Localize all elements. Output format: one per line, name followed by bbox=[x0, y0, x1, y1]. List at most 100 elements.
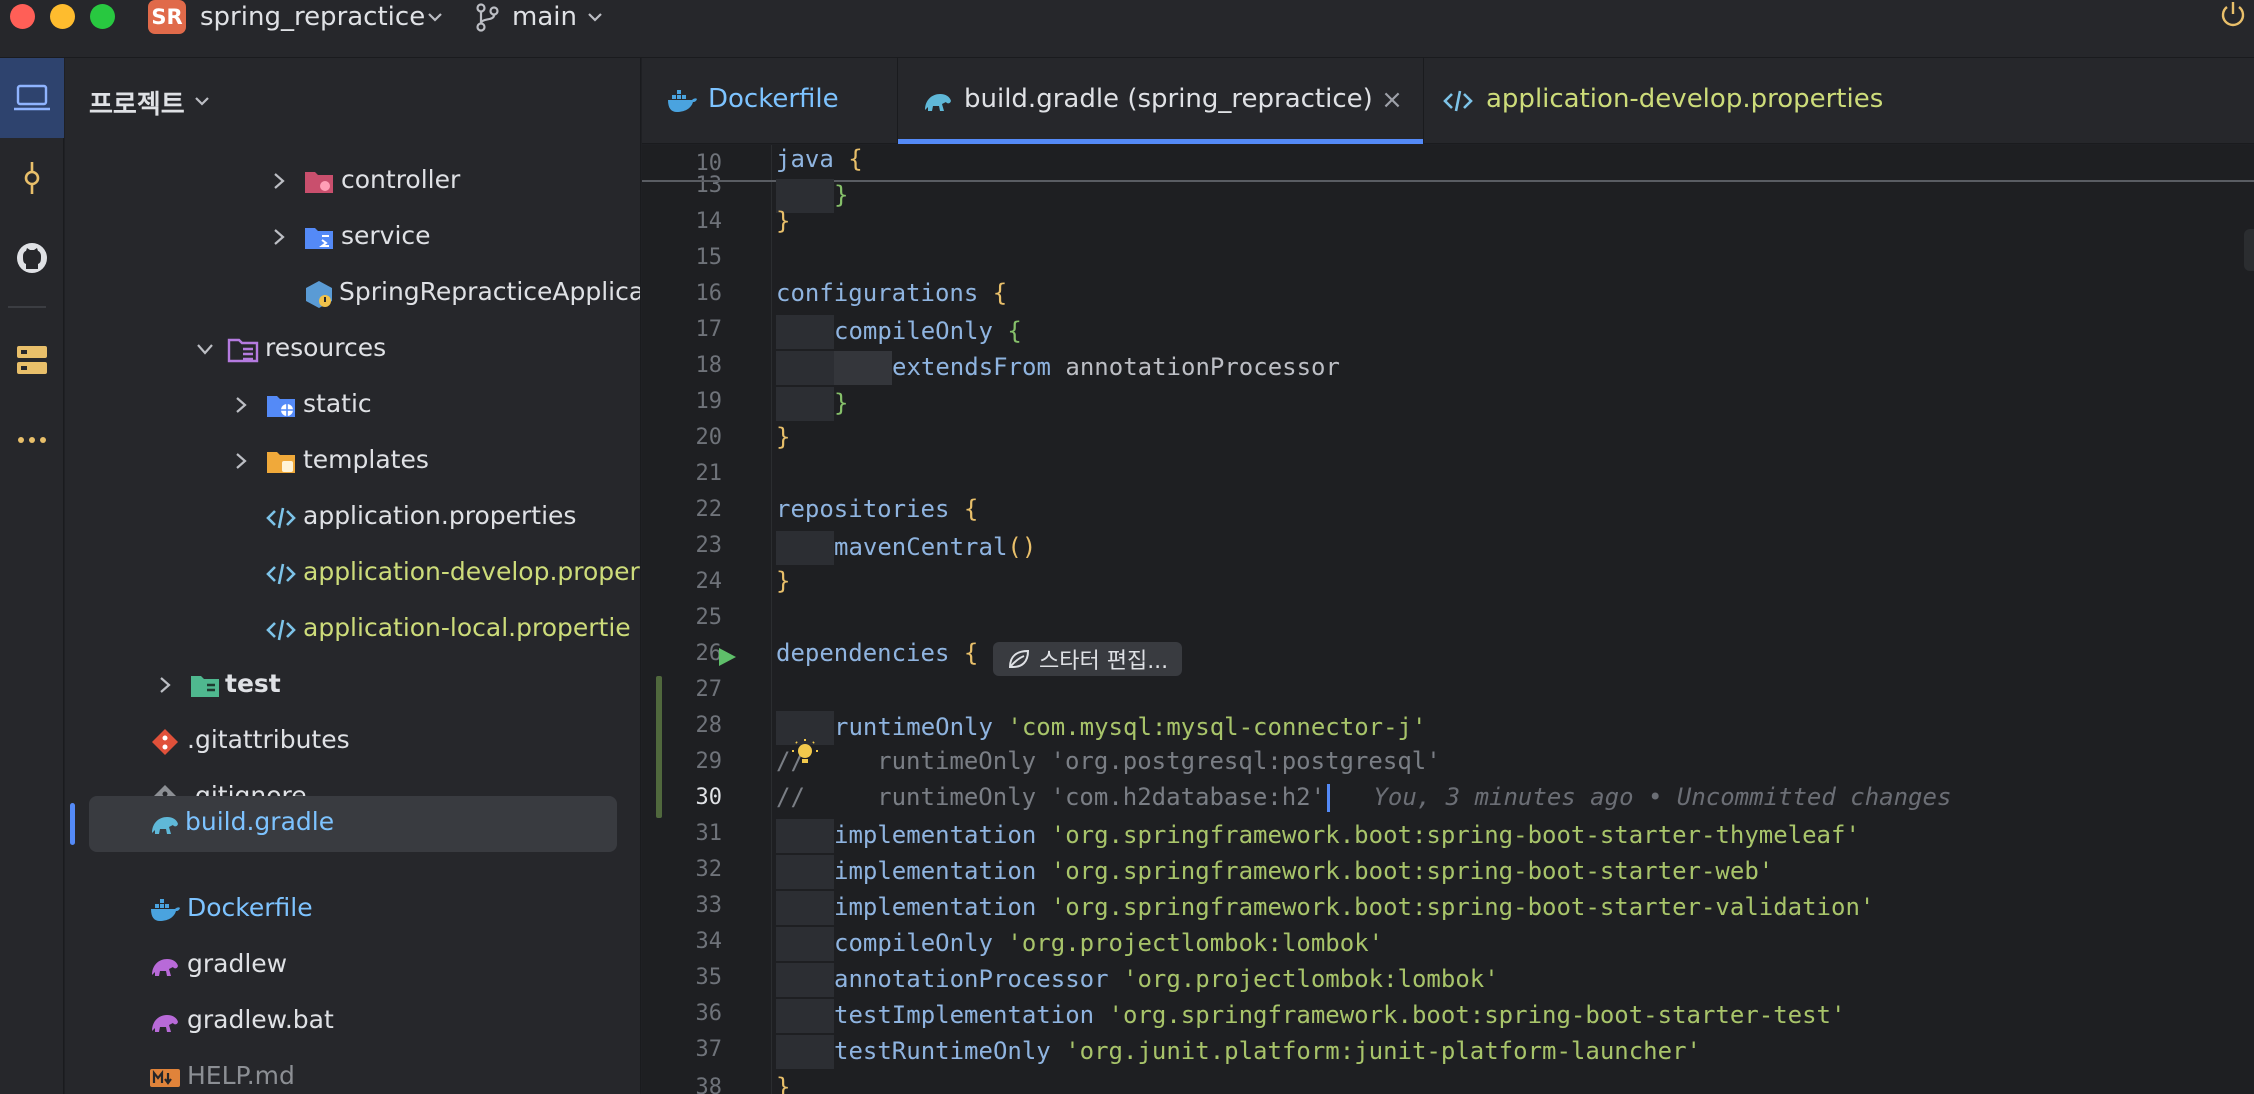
line-number[interactable]: 23 bbox=[662, 533, 723, 558]
services-view-button[interactable] bbox=[0, 320, 64, 400]
code-keyword: annotationProcessor bbox=[834, 965, 1109, 993]
tree-item-resources[interactable]: resources bbox=[65, 322, 640, 378]
chevron-down-icon[interactable] bbox=[193, 92, 211, 110]
line-number[interactable]: 27 bbox=[662, 677, 723, 702]
chevron-right-icon[interactable] bbox=[269, 227, 289, 247]
project-selector[interactable]: spring_repractice bbox=[200, 0, 425, 34]
line-number[interactable]: 15 bbox=[662, 245, 723, 270]
tab-build-gradle[interactable]: build.gradle (spring_repractice) × bbox=[898, 58, 1424, 144]
line-number[interactable]: 36 bbox=[662, 1001, 723, 1026]
properties-icon bbox=[266, 563, 296, 585]
line-number[interactable]: 38 bbox=[662, 1075, 723, 1094]
chevron-right-icon[interactable] bbox=[231, 451, 251, 471]
line-number[interactable]: 21 bbox=[662, 461, 723, 486]
branch-selector[interactable]: main bbox=[512, 0, 577, 34]
code-line-20: } bbox=[776, 423, 791, 451]
tree-item-controller[interactable]: controller bbox=[65, 154, 640, 210]
tree-item-dockerfile[interactable]: Dockerfile bbox=[65, 882, 640, 938]
more-tools-button[interactable] bbox=[0, 400, 64, 480]
tree-item-templates[interactable]: templates bbox=[65, 434, 640, 490]
line-number[interactable]: 24 bbox=[662, 569, 723, 594]
line-number[interactable]: 20 bbox=[662, 425, 723, 450]
tree-item-static[interactable]: static bbox=[65, 378, 640, 434]
line-number[interactable]: 13 bbox=[662, 173, 723, 198]
zoom-window-button[interactable] bbox=[90, 4, 115, 29]
code-line-33: implementation 'org.springframework.boot… bbox=[776, 891, 1874, 925]
line-number[interactable]: 32 bbox=[662, 857, 723, 882]
code-string: 'org.junit.platform:junit-platform-launc… bbox=[1065, 1037, 1701, 1065]
tab-application-develop[interactable]: application-develop.properties bbox=[1424, 58, 2254, 144]
line-number[interactable]: 19 bbox=[662, 389, 723, 414]
run-icon[interactable] bbox=[716, 646, 738, 668]
line-number[interactable]: 17 bbox=[662, 317, 723, 342]
code-keyword: dependencies bbox=[776, 639, 950, 667]
tree-item-label: HELP.md bbox=[187, 1061, 295, 1090]
scrollbar-marker[interactable] bbox=[2244, 229, 2254, 271]
tree-item-label: build.gradle bbox=[185, 807, 335, 836]
git-branch-icon[interactable] bbox=[474, 2, 500, 32]
line-number[interactable]: 29 bbox=[662, 749, 723, 774]
tree-item-spring-application[interactable]: SpringRepracticeApplica bbox=[65, 266, 640, 322]
commit-view-button[interactable] bbox=[0, 138, 64, 218]
git-blame-annotation[interactable]: You, 3 minutes ago • Uncommitted changes bbox=[1373, 783, 1951, 811]
tree-item-application-local[interactable]: application-local.propertie bbox=[65, 602, 640, 658]
tab-dockerfile[interactable]: Dockerfile bbox=[642, 58, 898, 144]
tree-item-help-md[interactable]: HELP.md bbox=[65, 1050, 640, 1094]
line-number[interactable]: 33 bbox=[662, 893, 723, 918]
line-number[interactable]: 28 bbox=[662, 713, 723, 738]
chevron-down-icon[interactable] bbox=[426, 8, 444, 26]
code-line-16: configurations { bbox=[776, 279, 1008, 307]
tree-item-gitattributes[interactable]: .gitattributes bbox=[65, 714, 640, 770]
tree-item-label: application.properties bbox=[303, 501, 577, 530]
chevron-down-icon[interactable] bbox=[195, 339, 215, 359]
folder-controller-icon bbox=[305, 172, 333, 193]
project-tool-title[interactable]: 프로젝트 bbox=[89, 84, 185, 121]
intention-bulb-icon[interactable] bbox=[790, 738, 820, 768]
project-badge[interactable]: SR bbox=[148, 0, 186, 34]
tree-item-build-gradle[interactable]: build.gradle bbox=[89, 796, 617, 852]
code-editor[interactable]: 10 13 14 15 16 17 18 19 20 21 22 23 24 25 26 27 28 29 30 31… bbox=[642, 145, 2254, 1094]
tree-item-application-develop[interactable]: application-develop.proper bbox=[65, 546, 640, 602]
folder-service-icon bbox=[305, 228, 333, 249]
tree-item-gradlew[interactable]: gradlew bbox=[65, 938, 640, 994]
tree-item-label: templates bbox=[303, 445, 429, 474]
line-number[interactable]: 35 bbox=[662, 965, 723, 990]
docker-icon bbox=[668, 90, 697, 112]
code-string: 'org.springframework.boot:spring-boot-st… bbox=[1108, 1001, 1846, 1029]
line-number[interactable]: 37 bbox=[662, 1037, 723, 1062]
line-number[interactable]: 30 bbox=[662, 785, 723, 810]
github-view-button[interactable] bbox=[0, 218, 64, 298]
line-number[interactable]: 16 bbox=[662, 281, 723, 306]
tree-item-gradlew-bat[interactable]: gradlew.bat bbox=[65, 994, 640, 1050]
chevron-down-icon[interactable] bbox=[586, 8, 604, 26]
code-line-37: testRuntimeOnly 'org.junit.platform:juni… bbox=[776, 1035, 1701, 1069]
edit-starters-inlay[interactable]: 스타터 편집... bbox=[993, 642, 1183, 676]
minimize-window-button[interactable] bbox=[50, 4, 75, 29]
chevron-right-icon[interactable] bbox=[231, 395, 251, 415]
chevron-right-icon[interactable] bbox=[269, 171, 289, 191]
tree-item-service[interactable]: service bbox=[65, 210, 640, 266]
line-number[interactable]: 34 bbox=[662, 929, 723, 954]
tab-label: build.gradle (spring_repractice) bbox=[964, 84, 1373, 114]
github-icon bbox=[17, 243, 47, 273]
close-window-button[interactable] bbox=[10, 4, 35, 29]
line-number[interactable]: 31 bbox=[662, 821, 723, 846]
line-number[interactable]: 22 bbox=[662, 497, 723, 522]
project-view-button[interactable] bbox=[0, 58, 64, 138]
markdown-icon bbox=[150, 1069, 180, 1087]
line-number[interactable]: 25 bbox=[662, 605, 723, 630]
code-line-28: runtimeOnly 'com.mysql:mysql-connector-j… bbox=[776, 711, 1426, 745]
vcs-change-marker[interactable] bbox=[656, 676, 662, 818]
tree-item-application-properties[interactable]: application.properties bbox=[65, 490, 640, 546]
close-tab-icon[interactable]: × bbox=[1378, 86, 1406, 114]
code-keyword: configurations bbox=[776, 279, 979, 307]
code-line-24: } bbox=[776, 567, 791, 595]
power-icon[interactable] bbox=[2218, 0, 2248, 30]
project-tool-header[interactable]: 프로젝트 bbox=[65, 58, 640, 144]
tree-item-test[interactable]: test bbox=[65, 658, 640, 714]
chevron-right-icon[interactable] bbox=[155, 675, 175, 695]
line-number[interactable]: 26 bbox=[662, 641, 723, 666]
line-number[interactable]: 14 bbox=[662, 209, 723, 234]
editor-gutter[interactable]: 10 13 14 15 16 17 18 19 20 21 22 23 24 25 26 27 28 29 30 31… bbox=[642, 145, 772, 1094]
line-number[interactable]: 18 bbox=[662, 353, 723, 378]
